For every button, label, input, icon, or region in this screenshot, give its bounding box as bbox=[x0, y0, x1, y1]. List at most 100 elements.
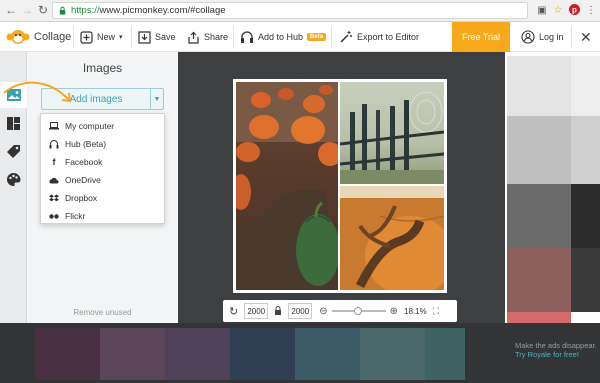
divider bbox=[73, 26, 74, 48]
reload-icon[interactable]: ↻ bbox=[36, 3, 50, 17]
hub-icon bbox=[241, 31, 253, 43]
translate-icon[interactable]: ▣ bbox=[535, 4, 549, 17]
panel-title: Images bbox=[82, 61, 123, 75]
menu-item-my-computer[interactable]: My computer bbox=[41, 117, 166, 135]
zoom-out-icon[interactable]: ⊖ bbox=[319, 306, 327, 317]
ad-block bbox=[507, 116, 571, 184]
cloud-icon bbox=[49, 175, 59, 185]
browser-toolbar: ← → ↻ https://www.picmonkey.com/#collage… bbox=[0, 0, 600, 22]
divider bbox=[331, 26, 332, 48]
share-button[interactable]: Share bbox=[187, 22, 228, 52]
menu-item-flickr[interactable]: Flickr bbox=[41, 207, 166, 225]
zoom-percent: 18.1% bbox=[404, 306, 427, 316]
facebook-icon: f bbox=[52, 157, 56, 167]
url-text: https://www.picmonkey.com/#collage bbox=[71, 5, 226, 16]
menu-item-label: OneDrive bbox=[65, 175, 101, 185]
save-label: Save bbox=[155, 32, 176, 42]
annotation-arrow-icon bbox=[3, 81, 71, 102]
collage-cell-pumpkin-patch[interactable] bbox=[236, 82, 338, 290]
app-name: Collage bbox=[34, 31, 72, 43]
fit-to-screen-icon[interactable]: ⛶ bbox=[433, 306, 439, 317]
rotate-icon[interactable]: ↻ bbox=[229, 305, 238, 318]
ad-panel bbox=[505, 52, 600, 323]
menu-item-onedrive[interactable]: OneDrive bbox=[41, 171, 166, 189]
menu-item-dropbox[interactable]: Dropbox bbox=[41, 189, 166, 207]
tag-icon bbox=[7, 144, 20, 158]
export-label: Export to Editor bbox=[357, 32, 420, 42]
try-royale-link[interactable]: Try Royale for free! bbox=[515, 350, 600, 359]
laptop-icon bbox=[49, 121, 59, 131]
pumpkin-closeup-photo bbox=[340, 186, 444, 290]
palette-swatch[interactable] bbox=[295, 328, 360, 380]
ad-block bbox=[507, 56, 571, 116]
chevron-down-icon: ▾ bbox=[119, 34, 123, 41]
add-to-hub-button[interactable]: Add to Hub Beta bbox=[240, 22, 327, 52]
divider bbox=[571, 26, 572, 48]
lock-ratio-icon[interactable] bbox=[274, 305, 282, 317]
free-trial-button[interactable]: Free Trial bbox=[452, 22, 510, 52]
user-icon bbox=[521, 30, 535, 44]
login-label: Log in bbox=[539, 32, 564, 42]
pinterest-icon[interactable]: p bbox=[567, 4, 581, 17]
palette-swatch[interactable] bbox=[360, 328, 425, 380]
login-button[interactable]: Log in bbox=[521, 22, 564, 52]
svg-text:p: p bbox=[572, 5, 577, 14]
save-icon bbox=[138, 30, 151, 44]
beta-badge: Beta bbox=[307, 33, 327, 41]
ad-upsell-text: Make the ads disappear. Try Royale for f… bbox=[515, 341, 600, 359]
app-logo[interactable]: Collage bbox=[6, 22, 71, 52]
url-path: www.picmonkey.com/#collage bbox=[99, 5, 226, 16]
palette-swatch[interactable] bbox=[165, 328, 230, 380]
save-button[interactable]: Save bbox=[138, 22, 176, 52]
palette-swatch[interactable] bbox=[100, 328, 165, 380]
menu-item-label: Dropbox bbox=[65, 193, 98, 203]
new-button[interactable]: New ▾ bbox=[80, 22, 123, 52]
app-header: Collage New ▾ Save Share Add to Hub Beta… bbox=[0, 22, 600, 52]
monkey-logo-icon bbox=[6, 30, 30, 44]
themes-tool-button[interactable] bbox=[0, 138, 27, 164]
add-images-menu: My computer Hub (Beta) f Facebook OneDri… bbox=[40, 113, 165, 224]
forward-icon[interactable]: → bbox=[20, 3, 34, 17]
flickr-icon bbox=[49, 211, 59, 221]
ad-block bbox=[571, 56, 600, 116]
width-field[interactable]: 2000 bbox=[244, 303, 269, 319]
zoom-in-icon[interactable]: ⊕ bbox=[390, 306, 398, 317]
color-palette-strip bbox=[0, 323, 600, 383]
address-bar[interactable]: https://www.picmonkey.com/#collage bbox=[52, 2, 528, 19]
layout-icon bbox=[7, 116, 20, 130]
menu-item-hub[interactable]: Hub (Beta) bbox=[41, 135, 166, 153]
hub-icon bbox=[49, 139, 59, 149]
collage-board[interactable] bbox=[233, 79, 447, 293]
menu-item-label: Hub (Beta) bbox=[65, 139, 107, 149]
add-images-dropdown-toggle[interactable]: ▼ bbox=[150, 88, 164, 110]
ad-block bbox=[571, 248, 600, 312]
palette-swatch[interactable] bbox=[230, 328, 295, 380]
menu-item-facebook[interactable]: f Facebook bbox=[41, 153, 166, 171]
dropbox-icon bbox=[49, 193, 59, 203]
export-to-editor-button[interactable]: Export to Editor bbox=[339, 22, 419, 52]
pumpkin-patch-photo bbox=[236, 82, 338, 290]
share-label: Share bbox=[204, 32, 229, 42]
zoom-slider-handle[interactable] bbox=[353, 307, 362, 315]
palette-swatch[interactable] bbox=[425, 328, 465, 380]
menu-item-label: Flickr bbox=[65, 211, 86, 221]
menu-icon[interactable]: ⋮ bbox=[584, 4, 598, 17]
collage-cell-pumpkin-closeup[interactable] bbox=[340, 186, 444, 290]
divider bbox=[233, 26, 234, 48]
chevron-down-icon: ▼ bbox=[153, 95, 161, 103]
url-protocol: https:// bbox=[71, 5, 100, 16]
background-tool-button[interactable] bbox=[0, 166, 27, 192]
ad-block bbox=[571, 116, 600, 184]
ad-block bbox=[507, 312, 571, 323]
palette-icon bbox=[7, 172, 21, 186]
star-icon[interactable]: ☆ bbox=[551, 4, 565, 17]
ad-block bbox=[507, 184, 571, 248]
remove-unused-link[interactable]: Remove unused bbox=[27, 308, 178, 317]
close-icon[interactable]: ✕ bbox=[580, 22, 592, 52]
height-field[interactable]: 2000 bbox=[288, 303, 313, 319]
collage-cell-fence[interactable] bbox=[340, 82, 444, 184]
ad-line: Make the ads disappear. bbox=[515, 341, 597, 350]
back-icon[interactable]: ← bbox=[4, 3, 18, 17]
zoom-slider[interactable] bbox=[331, 307, 386, 315]
palette-swatch[interactable] bbox=[35, 328, 100, 380]
